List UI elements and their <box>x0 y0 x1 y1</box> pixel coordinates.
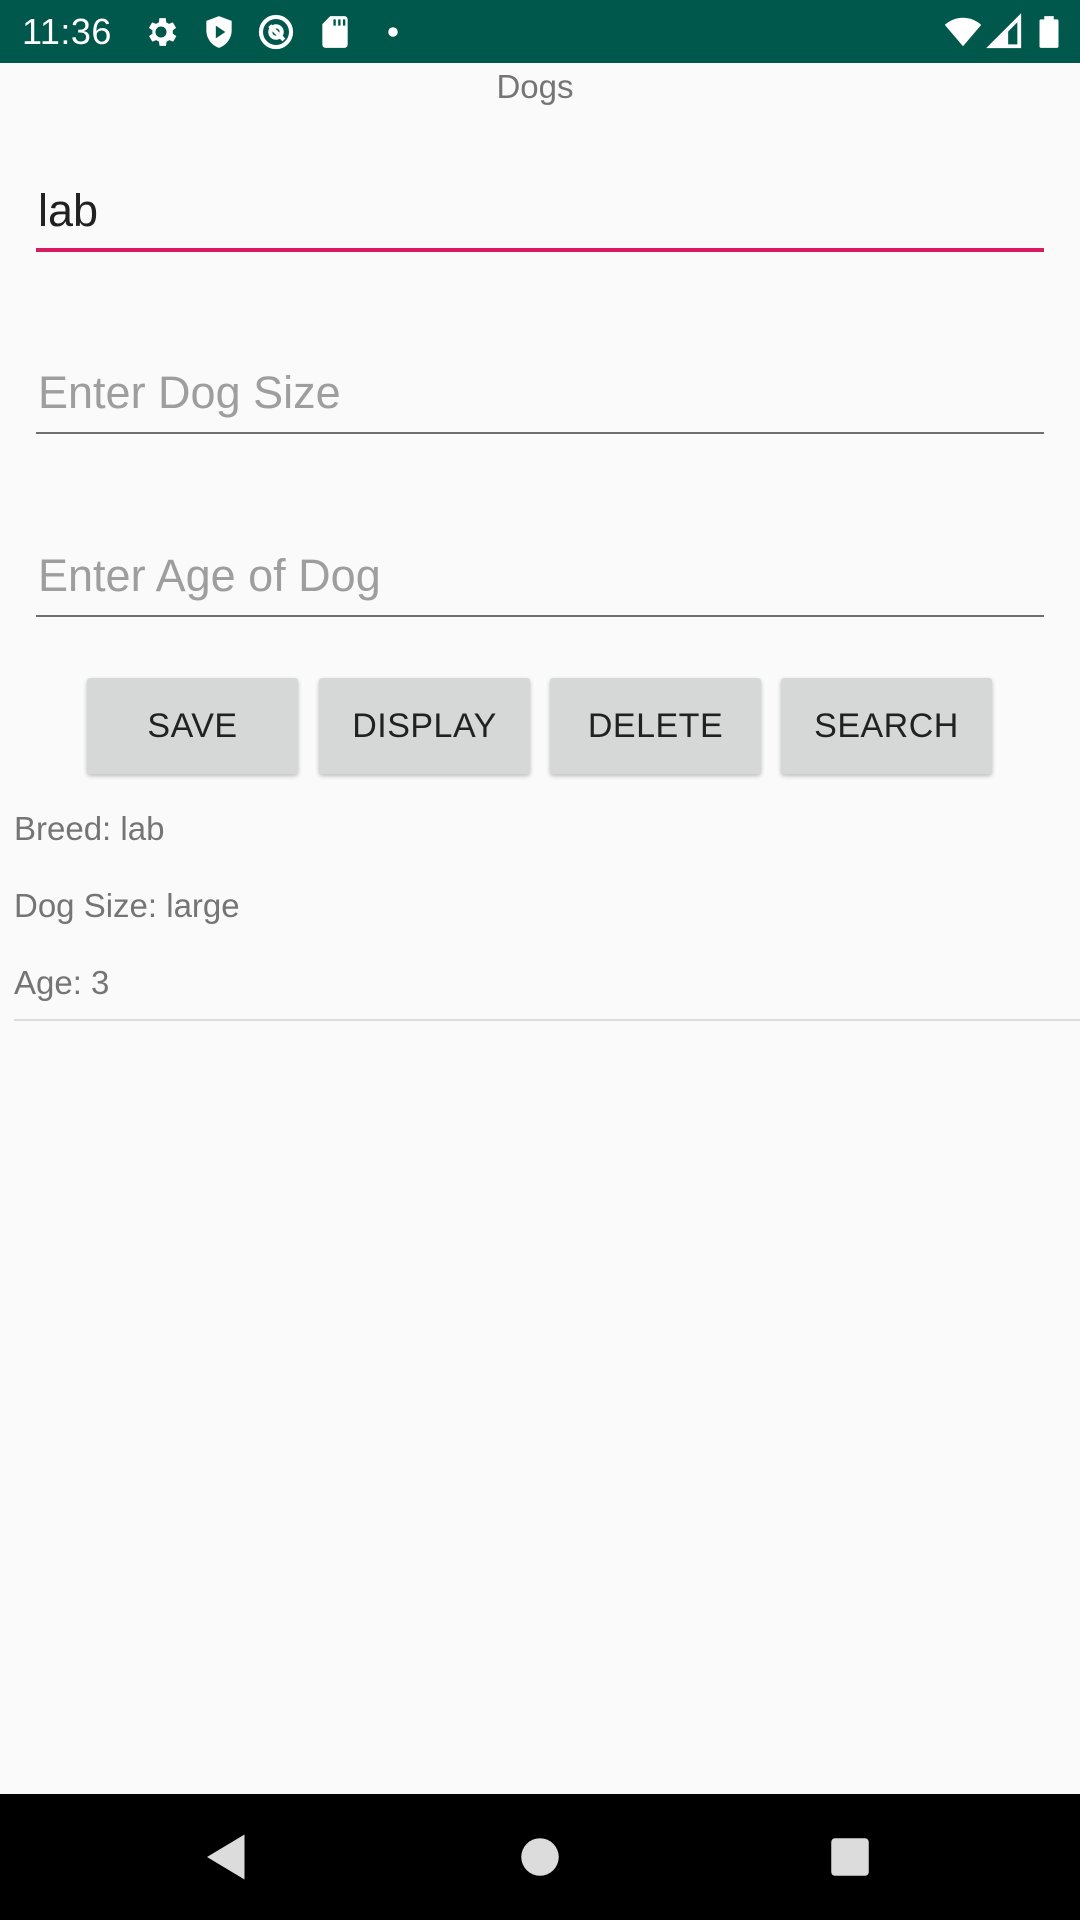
sd-card-icon <box>316 13 354 51</box>
status-time: 11:36 <box>22 11 112 52</box>
navigation-bar <box>0 1794 1080 1920</box>
delete-button[interactable]: DELETE <box>550 678 761 774</box>
battery-icon <box>1030 13 1068 51</box>
recents-icon[interactable] <box>820 1827 880 1887</box>
gear-icon <box>142 13 180 51</box>
status-bar: 11:36 <box>0 0 1080 63</box>
app-title: Dogs <box>496 68 574 105</box>
dog-size-input[interactable] <box>36 354 1044 432</box>
dog-age-input[interactable] <box>36 537 1044 615</box>
notification-dot-icon <box>374 13 412 51</box>
result-dog-size: Dog Size: large <box>14 887 240 924</box>
dog-age-field[interactable] <box>36 537 1044 617</box>
search-button[interactable]: SEARCH <box>781 678 992 774</box>
display-button[interactable]: DISPLAY <box>319 678 530 774</box>
dog-size-field-underline <box>36 432 1044 434</box>
dog-size-field[interactable] <box>36 354 1044 434</box>
wifi-icon <box>944 13 982 51</box>
breed-input[interactable] <box>36 172 1044 250</box>
dog-age-field-underline <box>36 615 1044 617</box>
breed-field-underline <box>36 248 1044 252</box>
results-divider <box>14 1019 1080 1021</box>
at-sign-icon <box>257 13 295 51</box>
save-button[interactable]: SAVE <box>87 678 298 774</box>
action-buttons: SAVE DISPLAY DELETE SEARCH <box>0 678 1080 774</box>
cellular-signal-icon <box>986 13 1024 51</box>
result-breed: Breed: lab <box>14 810 165 847</box>
home-icon[interactable] <box>510 1827 570 1887</box>
shield-icon <box>200 13 238 51</box>
breed-field[interactable] <box>36 172 1044 252</box>
result-age: Age: 3 <box>14 964 110 1001</box>
back-icon[interactable] <box>197 1827 257 1887</box>
